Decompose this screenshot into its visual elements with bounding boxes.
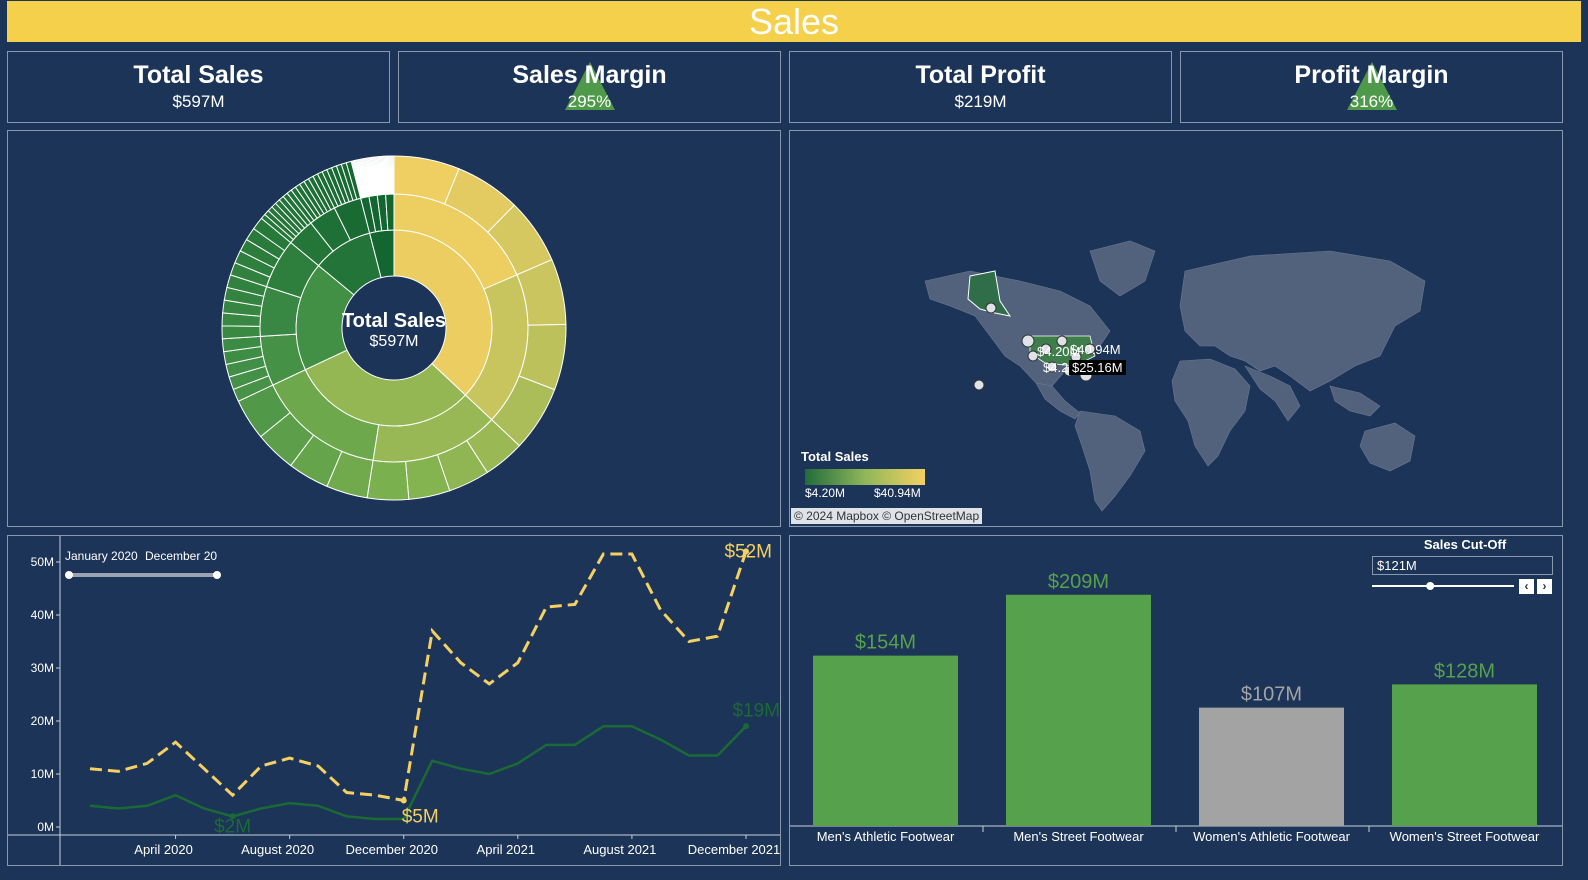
world-map[interactable] [790,131,1562,526]
line-chart[interactable]: 0M 10M 20M 30M 40M 50M April 2020 August 2020 De… [8,536,780,865]
map-point[interactable] [1021,334,1035,348]
y-tick-label: 20M [31,714,54,728]
line-chart-panel: 0M 10M 20M 30M 40M 50M April 2020 August 2020 De… [7,535,781,866]
bar-category-label: Women's Athletic Footwear [1193,829,1351,844]
kpi-value: $219M [954,92,1007,111]
kpi-sales-margin[interactable]: Sales Margin 295% [398,51,781,123]
map-africa [1171,358,1251,467]
y-tick-label: 10M [31,767,54,781]
map-legend-min: $4.20M [805,486,846,500]
date-range-start-label: January 2020 [65,549,138,563]
map-legend-gradient [805,469,925,485]
x-tick-label: December 2020 [345,842,438,857]
line-annotation-total-min: $5M [402,807,439,828]
sales-cutoff-slider-handle[interactable] [1426,582,1435,590]
bar[interactable] [813,655,958,826]
map-attribution[interactable]: © 2024 Mapbox © OpenStreetMap [791,508,983,524]
map-south-america [1074,410,1146,512]
sales-cutoff-title: Sales Cut-Off [1423,537,1507,552]
map-greenland [1089,240,1156,297]
kpi-value: 295% [567,92,612,111]
map-point[interactable] [973,379,985,391]
kpi-value: 316% [1349,92,1394,111]
sunburst-segment[interactable] [221,325,261,340]
chevron-right-icon[interactable]: › [1537,579,1552,594]
sunburst-center-title: Total Sales [342,310,446,332]
kpi-title: Sales Margin [512,61,667,89]
dashboard-header: Sales [7,1,1581,42]
kpi-title: Profit Margin [1294,61,1449,89]
x-tick-label: August 2020 [241,842,314,857]
line-total-profit[interactable] [89,725,747,821]
bar-value-label: $154M [855,632,916,654]
line-total-sales[interactable] [89,550,748,803]
x-tick-label: August 2021 [583,842,656,857]
map-legend-title: Total Sales [801,449,869,464]
x-tick-label: April 2021 [477,842,536,857]
sunburst-chart[interactable]: Total Sales $597M [8,131,780,526]
bar-category-label: Men's Street Footwear [1013,829,1144,844]
map-data-label: $25.16M [1069,360,1126,375]
kpi-title: Total Sales [133,61,264,89]
sales-cutoff-slider[interactable] [1370,579,1516,593]
bar-category-label: Women's Street Footwear [1390,829,1540,844]
map-southeast-asia [1329,385,1381,417]
map-point[interactable] [985,302,997,314]
sunburst-segment[interactable] [366,459,410,501]
kpi-title: Total Profit [915,61,1046,89]
map-data-label: $40.94M [1070,342,1121,357]
kpi-total-sales[interactable]: Total Sales $597M [7,51,390,123]
y-tick-label: 0M [37,820,54,834]
kpi-value: $597M [172,92,225,111]
y-tick-label: 50M [31,555,54,569]
y-tick-label: 30M [31,661,54,675]
kpi-profit-margin[interactable]: Profit Margin 316% [1180,51,1563,123]
sunburst-center-value: $597M [370,333,419,350]
sunburst-segment[interactable] [392,155,395,195]
bar-value-label: $107M [1241,684,1302,706]
bar-value-label: $128M [1434,660,1495,682]
bar[interactable] [1006,594,1151,826]
y-tick-label: 40M [31,608,54,622]
sales-cutoff-input[interactable]: $121M [1372,556,1553,575]
dashboard-title: Sales [748,0,840,42]
kpi-total-profit[interactable]: Total Profit $219M [789,51,1172,123]
line-profit-endpoint[interactable] [743,723,749,730]
line-annotation-profit-max: $19M [732,700,780,721]
sunburst-panel: Total Sales $597M [7,130,781,527]
line-annotation-profit-min: $2M [214,816,251,837]
map-legend-max: $40.94M [874,486,921,500]
map-central-america [1035,382,1081,420]
chevron-left-icon[interactable]: ‹ [1519,579,1534,594]
bar[interactable] [1392,684,1537,826]
date-range-slider-handle-start[interactable] [65,571,73,579]
date-range-end-label: December 20 [145,549,218,563]
line-annotation-total-max: $52M [724,541,772,562]
x-tick-label: December 2021 [688,842,780,857]
x-tick-label: April 2020 [134,842,193,857]
line-total-min-point[interactable] [400,797,407,804]
bar[interactable] [1199,707,1344,826]
bar-category-label: Men's Athletic Footwear [817,829,955,844]
map-australia [1359,422,1416,472]
date-range-slider-handle-end[interactable] [213,571,221,579]
bar-value-label: $209M [1048,571,1109,593]
map-panel[interactable]: $4.20M $40.94M $4.20M $25.16M [789,130,1563,527]
